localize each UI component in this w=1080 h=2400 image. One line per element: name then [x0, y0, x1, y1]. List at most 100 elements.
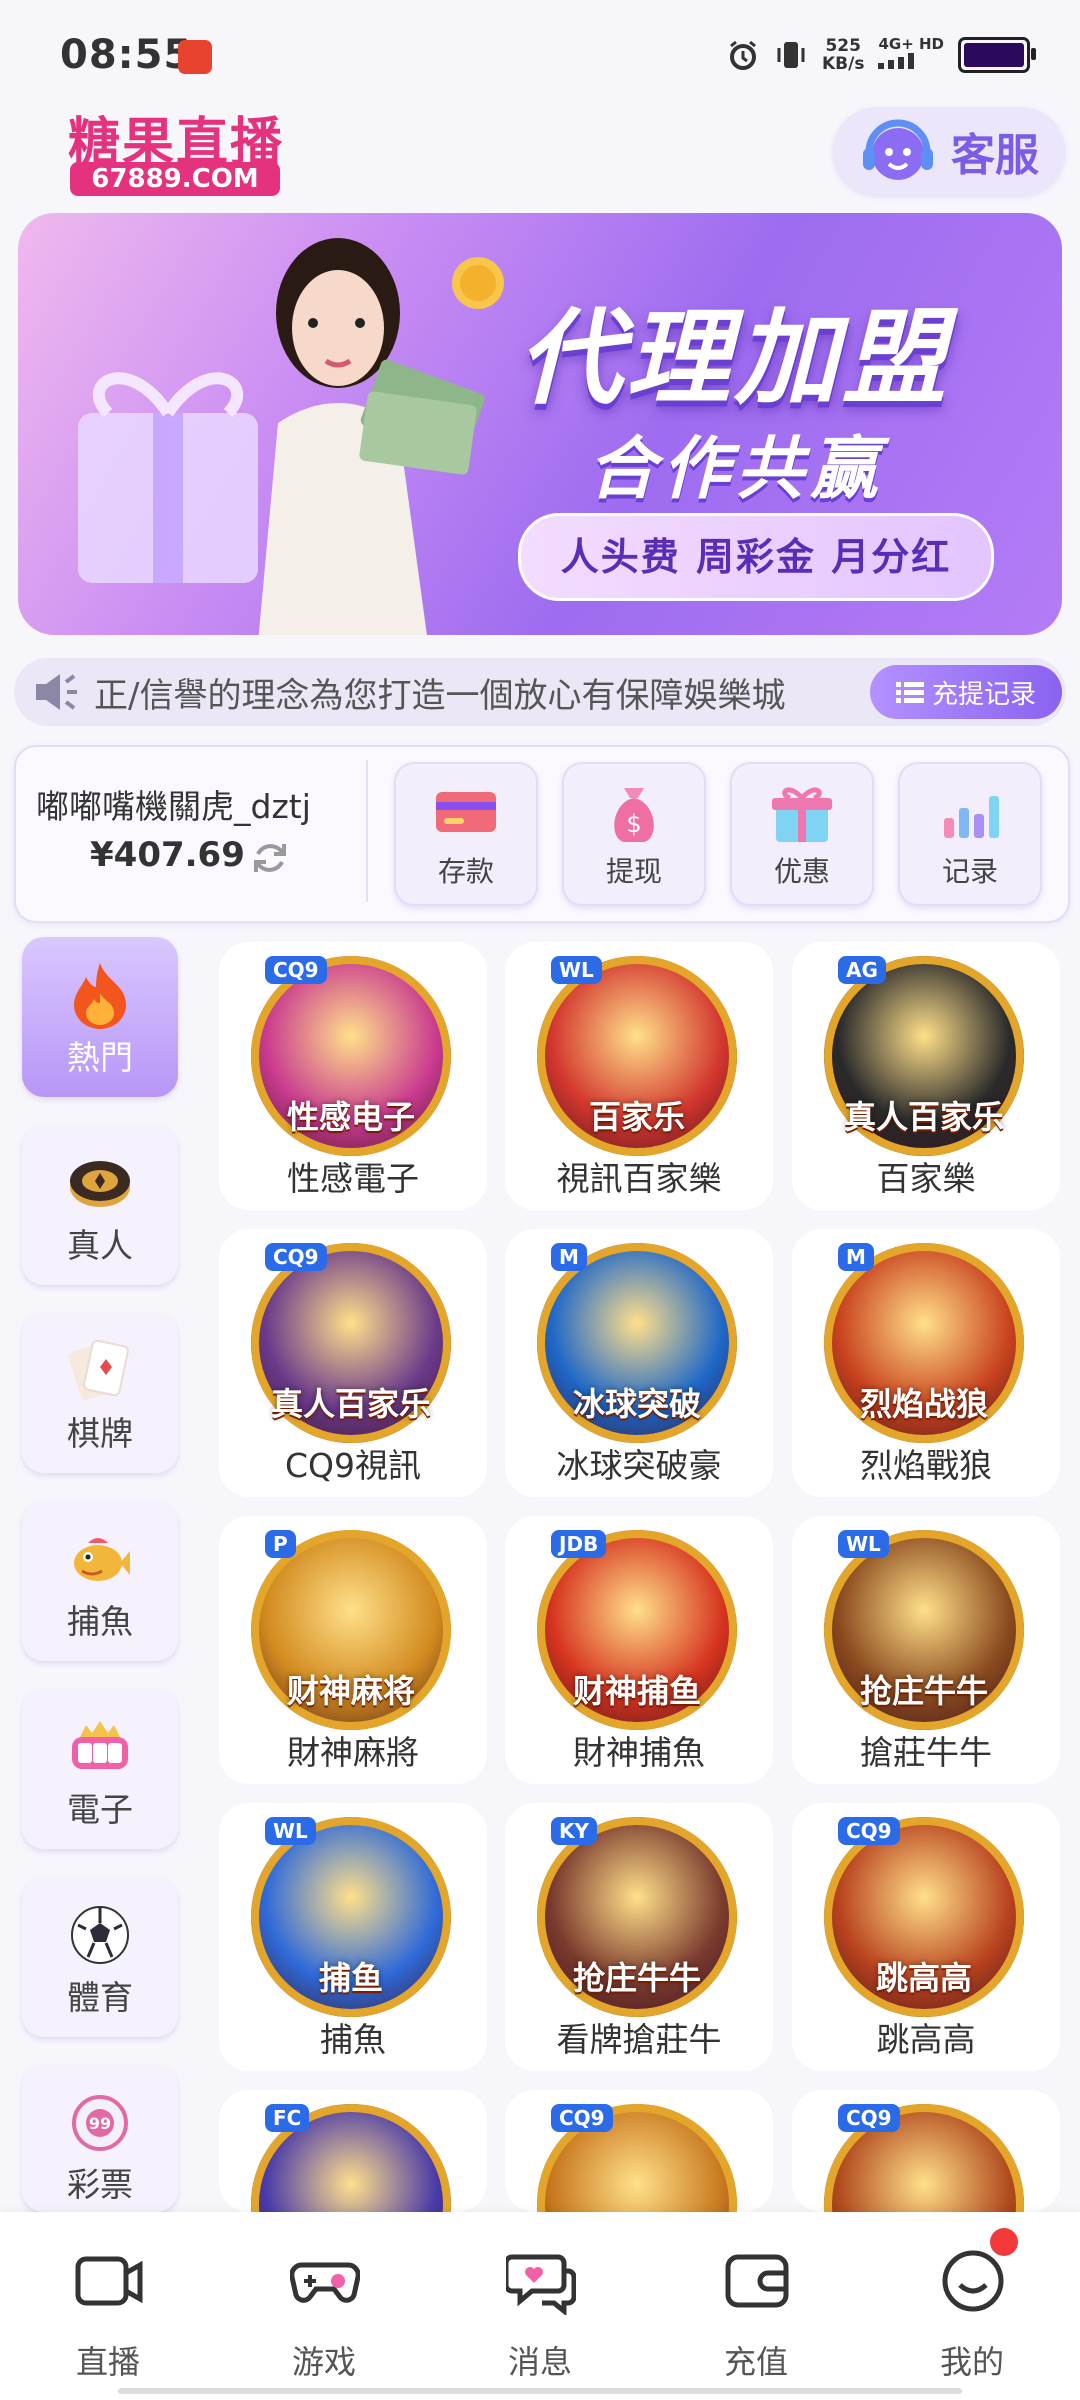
wallet-icon: [725, 2254, 789, 2308]
category-slots[interactable]: 電子: [22, 1689, 178, 1849]
category-fishing[interactable]: 捕魚: [22, 1501, 178, 1661]
nav-games[interactable]: 游戏: [254, 2245, 394, 2381]
game-art-title: 财神捕鱼: [572, 1672, 701, 1710]
customer-service-label: 客服: [951, 130, 1039, 181]
game-card[interactable]: JDB 财神捕鱼 財神捕魚: [505, 1516, 773, 1784]
customer-service-button[interactable]: 客服: [833, 107, 1065, 195]
category-label: 電子: [67, 1790, 133, 1829]
camera-icon: [75, 2256, 143, 2306]
game-card[interactable]: M 冰球突破冰球突破豪: [505, 1229, 773, 1497]
nav-label: 消息: [507, 2343, 572, 2381]
promo-banner[interactable]: 代理加盟 合作共赢 人头费 周彩金 月分红: [18, 213, 1062, 635]
game-name: 性感電子: [287, 1159, 419, 1198]
status-time: 08:55: [60, 32, 193, 78]
refresh-icon[interactable]: [250, 838, 290, 878]
network-speed: 525 KB/s: [822, 37, 864, 73]
game-card[interactable]: CQ9: [792, 2090, 1060, 2212]
game-art-title: 百家乐: [588, 1098, 685, 1136]
headset-icon: [863, 119, 933, 180]
bar-chart-icon: [944, 796, 999, 838]
deposit-button[interactable]: 存款: [394, 762, 538, 906]
status-bar: 08:55 525 KB/s 4G+ HD: [0, 0, 1080, 110]
game-provider-badge: CQ9: [838, 2104, 900, 2132]
game-provider-badge: CQ9: [265, 956, 327, 984]
game-provider-badge: WL: [265, 1817, 316, 1845]
game-card[interactable]: CQ9 真人百家乐 CQ9視訊: [219, 1229, 487, 1497]
game-art-title: 冰球突破: [572, 1385, 701, 1423]
banner-title: 代理加盟: [518, 297, 951, 419]
fish-icon: [74, 1538, 130, 1581]
soccer-ball-icon: [71, 1906, 129, 1964]
balance: ¥407.69: [90, 835, 245, 875]
nav-label: 游戏: [291, 2343, 356, 2381]
game-card[interactable]: WL 百家乐 視訊百家樂: [505, 942, 773, 1210]
game-card[interactable]: P 财神麻将 財神麻將: [219, 1516, 487, 1784]
nav-profile[interactable]: 我的: [902, 2245, 1042, 2381]
promotion-button[interactable]: 优惠: [730, 762, 874, 906]
game-name: 搶莊牛牛: [860, 1733, 992, 1772]
money-bag-icon: $: [614, 788, 654, 842]
category-label: 熱門: [67, 1038, 133, 1077]
banner-subtitle: 合作共赢: [588, 430, 885, 509]
game-card[interactable]: M 烈焰战狼 烈焰戰狼: [792, 1229, 1060, 1497]
withdraw-label: 提现: [605, 855, 662, 888]
battery-level: [964, 42, 1024, 67]
network-type: 4G+ HD: [878, 35, 944, 53]
banner-tagline: 人头费 周彩金 月分红: [518, 513, 994, 601]
game-card[interactable]: FC: [219, 2090, 487, 2212]
coin-icon: [452, 257, 504, 309]
home-indicator[interactable]: [118, 2388, 962, 2394]
game-card[interactable]: AG 真人百家乐 百家樂: [792, 942, 1060, 1210]
game-card[interactable]: WL 抢庄牛牛 搶莊牛牛: [792, 1516, 1060, 1784]
game-name: 捕魚: [320, 2020, 386, 2059]
nav-label: 我的: [939, 2343, 1004, 2381]
category-lottery[interactable]: 99 彩票: [22, 2065, 178, 2212]
game-provider-badge: KY: [551, 1817, 597, 1845]
game-name: 財神麻將: [287, 1733, 419, 1772]
speed-unit: KB/s: [821, 53, 865, 74]
signal-bars-icon: [878, 53, 915, 69]
divider: [366, 760, 368, 902]
game-provider-badge: CQ9: [551, 2104, 613, 2132]
slot-icon: [72, 1721, 128, 1769]
history-label: 记录: [941, 855, 998, 888]
game-provider-badge: WL: [838, 1530, 889, 1558]
history-button[interactable]: 记录: [898, 762, 1042, 906]
deposit-withdraw-records-button[interactable]: 充提记录: [870, 665, 1062, 719]
svg-text:99: 99: [89, 2114, 111, 2133]
category-hot[interactable]: 熱門: [22, 937, 178, 1097]
announcement-text: 正/信譽的理念為您打造一個放心有保障娛樂城: [94, 676, 786, 716]
game-name: 看牌搶莊牛: [556, 2020, 722, 2059]
category-live[interactable]: 真人: [22, 1125, 178, 1285]
card-icon: [436, 792, 496, 832]
speaker-icon: [36, 674, 77, 710]
status-indicators: 525 KB/s 4G+ HD: [726, 35, 1036, 73]
game-art-title: 真人百家乐: [843, 1098, 1004, 1136]
game-card[interactable]: CQ9: [505, 2090, 773, 2212]
game-art-title: 性感电子: [286, 1098, 415, 1136]
withdraw-button[interactable]: $ 提现: [562, 762, 706, 906]
nav-live[interactable]: 直播: [38, 2245, 178, 2381]
game-art-title: 抢庄牛牛: [572, 1959, 701, 1997]
nav-label: 直播: [75, 2343, 140, 2381]
nav-recharge[interactable]: 充值: [686, 2245, 826, 2381]
game-card[interactable]: WL 捕鱼 捕魚: [219, 1803, 487, 2071]
game-name: 跳高高: [876, 2020, 976, 2059]
speed-value: 525: [825, 35, 861, 56]
game-art-title: 跳高高: [875, 1959, 972, 1997]
game-card[interactable]: KY 抢庄牛牛看牌搶莊牛: [505, 1803, 773, 2071]
game-provider-badge: AG: [838, 956, 886, 984]
category-label: 真人: [67, 1226, 133, 1265]
category-cards[interactable]: 棋牌: [22, 1313, 178, 1473]
game-provider-badge: M: [551, 1243, 587, 1271]
alarm-icon: [729, 40, 756, 70]
battery-icon: [958, 36, 1036, 73]
game-card[interactable]: CQ9 跳高高 跳高高: [792, 1803, 1060, 2071]
app-logo[interactable]: 糖果直播 67889.COM: [68, 100, 283, 200]
category-sports[interactable]: 體育: [22, 1877, 178, 2037]
game-card[interactable]: CQ9 性感电子性感電子: [219, 942, 487, 1210]
game-name: 冰球突破豪: [556, 1446, 722, 1485]
game-provider-badge: M: [838, 1243, 874, 1271]
category-label: 棋牌: [67, 1414, 133, 1453]
nav-messages[interactable]: 消息: [470, 2245, 610, 2381]
